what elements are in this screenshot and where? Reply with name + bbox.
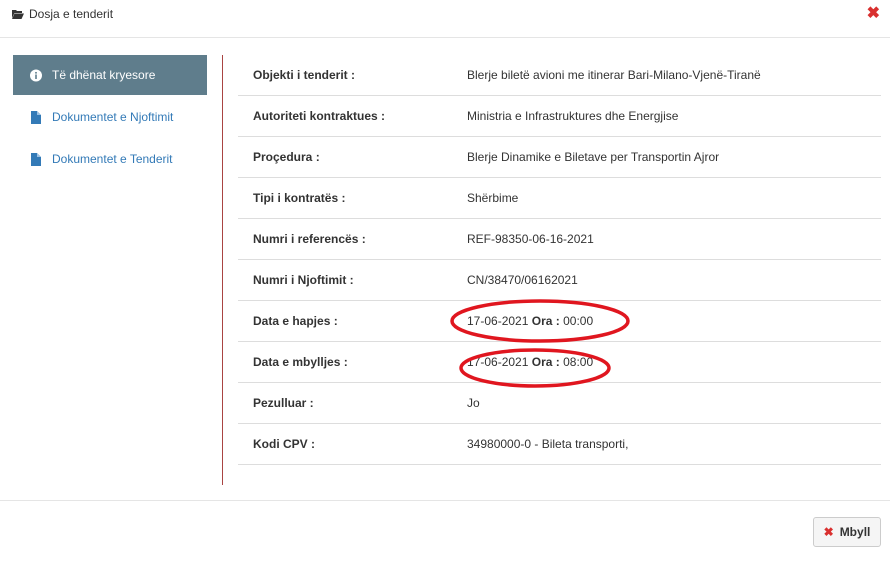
close-icon: ✖ — [823, 525, 834, 539]
section-divider — [222, 55, 223, 485]
dialog-footer: ✖ Mbyll — [0, 500, 890, 561]
dialog-header: Dosja e tenderit ✖ — [0, 0, 890, 38]
table-row: Numri i referencës : REF-98350-06-16-202… — [238, 219, 881, 260]
folder-open-icon — [12, 10, 24, 19]
row-label: Objekti i tenderit : — [253, 68, 356, 82]
dialog-title: Dosja e tenderit — [29, 7, 114, 21]
opening-time: 00:00 — [563, 314, 594, 328]
table-row: Numri i Njoftimit : CN/38470/06162021 — [238, 260, 881, 301]
row-label: Numri i Njoftimit : — [253, 273, 354, 287]
opening-date: 17-06-2021 — [467, 314, 529, 328]
row-label: Tipi i kontratës : — [253, 191, 346, 205]
sidebar-item-label: Dokumentet e Njoftimit — [52, 110, 174, 124]
table-row: Data e hapjes : 17-06-2021 Ora : 00:00 — [238, 301, 881, 342]
close-button-label: Mbyll — [839, 525, 871, 539]
table-row: Pezulluar : Jo — [238, 383, 881, 424]
details-table: Objekti i tenderit : Blerje biletë avion… — [238, 55, 881, 465]
row-label: Numri i referencës : — [253, 232, 366, 246]
row-value: Blerje biletë avioni me itinerar Bari-Mi… — [467, 68, 761, 82]
sidebar-item-label: Dokumentet e Tenderit — [52, 152, 173, 166]
closing-time: 08:00 — [563, 355, 594, 369]
row-value: Jo — [467, 396, 480, 410]
file-icon — [31, 110, 41, 124]
sidebar-item-notice-documents[interactable]: Dokumentet e Njoftimit — [13, 97, 207, 137]
row-value: Shërbime — [467, 191, 519, 205]
closing-date: 17-06-2021 — [467, 355, 529, 369]
table-row: Tipi i kontratës : Shërbime — [238, 178, 881, 219]
row-label: Kodi CPV : — [253, 437, 315, 451]
row-value: REF-98350-06-16-2021 — [467, 232, 594, 246]
table-row: Objekti i tenderit : Blerje biletë avion… — [238, 55, 881, 96]
row-value: Blerje Dinamike e Biletave per Transport… — [467, 150, 720, 164]
info-circle-icon — [30, 69, 42, 81]
table-row: Proçedura : Blerje Dinamike e Biletave p… — [238, 137, 881, 178]
close-icon[interactable]: ✖ — [867, 6, 880, 22]
row-label: Data e mbylljes : — [253, 355, 348, 369]
time-label: Ora : — [531, 355, 560, 369]
row-label: Data e hapjes : — [253, 314, 338, 328]
row-value: 34980000-0 - Bileta transporti, — [467, 437, 629, 451]
table-row: Kodi CPV : 34980000-0 - Bileta transport… — [238, 424, 881, 465]
row-value: 17-06-2021 Ora : 00:00 — [467, 314, 593, 328]
sidebar-item-label: Të dhënat kryesore — [52, 68, 156, 82]
sidebar-item-tender-documents[interactable]: Dokumentet e Tenderit — [13, 139, 207, 179]
table-row: Data e mbylljes : 17-06-2021 Ora : 08:00 — [238, 342, 881, 383]
close-button[interactable]: ✖ Mbyll — [813, 517, 881, 547]
sidebar: Të dhënat kryesore Dokumentet e Njoftimi… — [13, 55, 207, 181]
row-value: Ministria e Infrastruktures dhe Energjis… — [467, 109, 679, 123]
table-row: Autoriteti kontraktues : Ministria e Inf… — [238, 96, 881, 137]
row-value: CN/38470/06162021 — [467, 273, 578, 287]
row-label: Pezulluar : — [253, 396, 314, 410]
row-value: 17-06-2021 Ora : 08:00 — [467, 355, 593, 369]
time-label: Ora : — [531, 314, 560, 328]
file-icon — [31, 152, 41, 166]
row-label: Autoriteti kontraktues : — [253, 109, 386, 123]
row-label: Proçedura : — [253, 150, 320, 164]
sidebar-item-main-data[interactable]: Të dhënat kryesore — [13, 55, 207, 95]
dialog-title-container: Dosja e tenderit — [12, 7, 113, 21]
